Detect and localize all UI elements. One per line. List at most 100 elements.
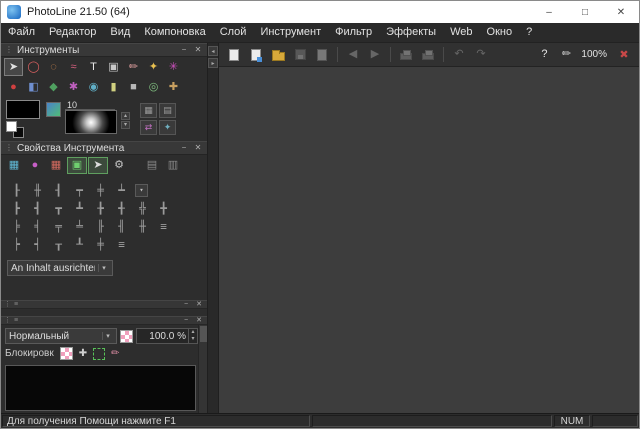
align-icon-3-2[interactable]: ┰ [49, 237, 68, 251]
align-icon-1-0[interactable]: ┣ [7, 201, 26, 215]
align-icon-1-5[interactable]: ╉ [112, 201, 131, 215]
scrollbar-thumb[interactable] [200, 326, 207, 342]
lock-paint-icon[interactable]: ✏ [111, 349, 119, 359]
layer-select-mode[interactable]: ▦ [4, 157, 24, 174]
align-icon-0-1[interactable]: ╫ [28, 183, 47, 197]
minimize-button[interactable]: – [531, 1, 567, 23]
open-button[interactable] [268, 45, 288, 65]
panel-drag-handle-icon[interactable]: ⋮ [4, 301, 11, 308]
menu-item-3[interactable]: Компоновка [137, 23, 212, 42]
lock-position-icon[interactable]: ✚ [79, 349, 87, 359]
stepper-down-icon[interactable]: ▾ [121, 121, 130, 129]
print-preview-button[interactable] [418, 45, 438, 65]
align-icon-3-3[interactable]: ┸ [70, 237, 89, 251]
menu-item-7[interactable]: Эффекты [379, 23, 443, 42]
menu-item-0[interactable]: Файл [1, 23, 42, 42]
browse-button[interactable] [312, 45, 332, 65]
gradient-tool[interactable]: ◧ [24, 78, 43, 96]
new-document-button[interactable] [224, 45, 244, 65]
menu-item-1[interactable]: Редактор [42, 23, 103, 42]
print-button[interactable] [396, 45, 416, 65]
shape-tool[interactable]: ■ [124, 78, 143, 96]
align-icon-2-1[interactable]: ╡ [28, 219, 47, 233]
align-icon-1-7[interactable]: ╋ [154, 201, 173, 215]
align-group-button[interactable]: ▤ [142, 157, 162, 174]
opacity-field[interactable]: 100.0 % ▴ ▾ [136, 328, 198, 344]
redo-button[interactable]: ↷ [471, 45, 491, 65]
dock-collapse-left-button[interactable]: ◂ [208, 46, 218, 56]
tool-settings-gear[interactable]: ⚙ [109, 157, 129, 174]
lock-transparency-icon[interactable] [60, 347, 73, 360]
layers-scrollbar[interactable] [198, 325, 207, 413]
zoom-pen-button[interactable]: ✏ [556, 45, 576, 65]
zoom-tool[interactable]: ◎ [144, 78, 163, 96]
menu-item-10[interactable]: ? [519, 23, 539, 42]
foreground-color-swatch[interactable] [6, 121, 17, 132]
align-icon-2-3[interactable]: ╧ [70, 219, 89, 233]
ellipse-select-tool[interactable]: ◯ [24, 58, 43, 76]
bezier-tool[interactable]: ≈ [64, 58, 83, 76]
context-help-button[interactable]: ? [534, 45, 554, 65]
grid-mode[interactable]: ▦ [46, 157, 66, 174]
maximize-button[interactable]: □ [567, 1, 603, 23]
snap-toggle[interactable]: ▣ [67, 157, 87, 174]
menu-item-6[interactable]: Фильтр [328, 23, 379, 42]
panel-handle-icon[interactable]: ≡ [14, 317, 18, 324]
strip-collapse-button[interactable]: − [181, 317, 191, 324]
crop-tool[interactable]: ▣ [104, 58, 123, 76]
back-button[interactable]: ◀ [343, 45, 363, 65]
tool-properties-close-button[interactable]: ✕ [193, 144, 203, 152]
brush-size-stepper[interactable]: ▴ ▾ [121, 112, 130, 129]
align-icon-0-4[interactable]: ╪ [91, 183, 110, 197]
strip-collapse-button[interactable]: − [181, 301, 191, 308]
dock-collapse-right-button[interactable]: ▸ [208, 58, 218, 68]
stepper-up-icon[interactable]: ▴ [189, 329, 197, 336]
tool-properties-collapse-button[interactable]: − [179, 144, 189, 152]
align-icon-0-0[interactable]: ┠ [7, 183, 26, 197]
align-icon-2-4[interactable]: ╟ [91, 219, 110, 233]
stepper-down-icon[interactable]: ▾ [189, 336, 197, 343]
strip-close-button[interactable]: ✕ [194, 317, 204, 324]
menu-item-8[interactable]: Web [443, 23, 479, 42]
panel-drag-handle-icon[interactable]: ⋮ [5, 144, 13, 152]
brush-dynamics-button[interactable]: ⇄ [140, 120, 157, 135]
align-icon-2-2[interactable]: ╤ [49, 219, 68, 233]
move-tool[interactable]: ➤ [4, 58, 23, 76]
brush-settings-button[interactable]: ▦ [140, 103, 157, 118]
align-dropdown-button[interactable]: ▾ [135, 184, 148, 197]
canvas[interactable] [219, 67, 639, 413]
gradient-preview-button[interactable] [46, 102, 61, 117]
lasso-tool[interactable]: ◌ [44, 58, 63, 76]
align-icon-2-7[interactable]: ≡ [154, 219, 173, 233]
align-icon-0-2[interactable]: ┨ [49, 183, 68, 197]
clone-tool[interactable]: ◉ [84, 78, 103, 96]
text-tool[interactable]: T [84, 58, 103, 76]
panel-drag-handle-icon[interactable]: ⋮ [5, 46, 13, 54]
close-view-button[interactable]: ✖ [614, 45, 634, 65]
distribute-group-button[interactable]: ▥ [163, 157, 183, 174]
undo-button[interactable]: ↶ [449, 45, 469, 65]
blend-mode-dropdown[interactable]: Нормальный ▾ [5, 328, 117, 344]
hand-tool[interactable]: ✚ [164, 78, 183, 96]
brush-effects-button[interactable]: ✦ [159, 120, 176, 135]
align-icon-0-3[interactable]: ┯ [70, 183, 89, 197]
strip-close-button[interactable]: ✕ [194, 301, 204, 308]
mask-mode[interactable]: ● [25, 157, 45, 174]
pointer-mode-toggle[interactable]: ➤ [88, 157, 108, 174]
brush-preview[interactable] [65, 110, 117, 134]
align-icon-1-4[interactable]: ╊ [91, 201, 110, 215]
new-from-clipboard-button[interactable] [246, 45, 266, 65]
pen-tool[interactable]: ✏ [124, 58, 143, 76]
fill-tool[interactable]: ◆ [44, 78, 63, 96]
close-button[interactable]: ✕ [603, 1, 639, 23]
main-color-swatch[interactable] [6, 100, 40, 119]
opacity-stepper[interactable]: ▴ ▾ [188, 329, 197, 343]
align-icon-1-6[interactable]: ╬ [133, 201, 152, 215]
panel-handle-icon[interactable]: ≡ [14, 301, 18, 308]
align-icon-2-0[interactable]: ╞ [7, 219, 26, 233]
panel-drag-handle-icon[interactable]: ⋮ [4, 317, 11, 324]
magic-wand-tool[interactable]: ✦ [144, 58, 163, 76]
color-picker-tool[interactable]: ● [4, 78, 23, 96]
align-icon-1-1[interactable]: ┫ [28, 201, 47, 215]
effect-tool[interactable]: ✳ [164, 58, 183, 76]
